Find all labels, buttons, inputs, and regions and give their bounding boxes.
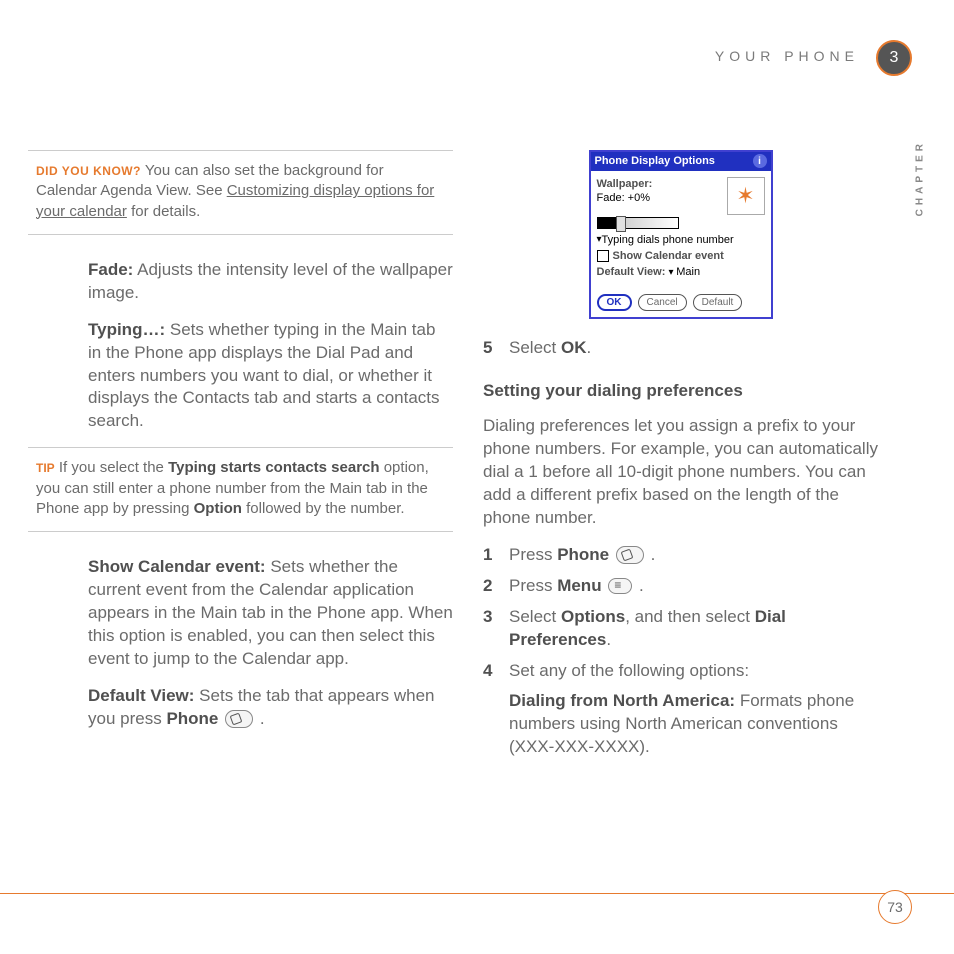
step-number: 5 <box>483 337 509 360</box>
cancel-button[interactable]: Cancel <box>638 294 687 312</box>
fade-label: Fade: <box>88 260 133 279</box>
dialog-titlebar: Phone Display Options i <box>591 152 771 171</box>
typing-dropdown[interactable]: Typing dials phone number <box>597 233 765 247</box>
typing-label: Typing…: <box>88 320 165 339</box>
s2-text-b: . <box>634 576 643 595</box>
show-calendar-event-label: Show Calendar event <box>613 249 724 263</box>
step-number: 2 <box>483 575 509 598</box>
default-button[interactable]: Default <box>693 294 743 312</box>
dialog-body: Wallpaper: Fade: +0% ✶ Typing dials phon… <box>591 171 771 288</box>
wallpaper-thumbnail[interactable]: ✶ <box>727 177 765 215</box>
s1-text-b: . <box>646 545 655 564</box>
s2-menu-bold: Menu <box>557 576 601 595</box>
s3-options-bold: Options <box>561 607 625 626</box>
s1-text-a: Press <box>509 545 557 564</box>
fade-paragraph: Fade: Adjusts the intensity level of the… <box>88 259 453 305</box>
callout-text-b: for details. <box>131 203 200 220</box>
did-you-know-callout: DID YOU KNOW? You can also set the backg… <box>28 150 453 235</box>
step-number: 4 <box>483 660 509 683</box>
default-view-dialog-label: Default View: <box>597 265 666 279</box>
chapter-label: CHAPTER <box>914 140 925 216</box>
default-view-paragraph: Default View: Sets the tab that appears … <box>88 685 453 731</box>
tip-bold-a: Typing starts contacts search <box>168 459 379 476</box>
content-columns: DID YOU KNOW? You can also set the backg… <box>58 150 878 773</box>
step-3: 3 Select Options, and then select Dial P… <box>483 606 878 652</box>
default-view-text-b: . <box>255 709 264 728</box>
dialog-title-text: Phone Display Options <box>595 154 715 169</box>
show-calendar-checkbox-row[interactable]: Show Calendar event <box>597 249 765 263</box>
step-2: 2 Press Menu . <box>483 575 878 598</box>
dialing-intro: Dialing preferences let you assign a pre… <box>483 415 878 530</box>
chapter-number-badge: 3 <box>876 40 912 76</box>
did-you-know-tag: DID YOU KNOW? <box>36 164 141 178</box>
s3-mid: , and then select <box>625 607 754 626</box>
dialog-button-row: OK Cancel Default <box>591 288 771 318</box>
dialing-preferences-heading: Setting your dialing preferences <box>483 380 878 403</box>
tip-callout: TIP If you select the Typing starts cont… <box>28 447 453 532</box>
ok-button[interactable]: OK <box>597 294 632 312</box>
dialing-na-label: Dialing from North America: <box>509 691 735 710</box>
tip-tag: TIP <box>36 461 55 475</box>
show-calendar-label: Show Calendar event: <box>88 557 266 576</box>
info-icon[interactable]: i <box>753 154 767 168</box>
phone-display-options-dialog: Phone Display Options i Wallpaper: Fade:… <box>589 150 773 319</box>
step5-text-a: Select <box>509 338 561 357</box>
s4-text: Set any of the following options: <box>509 660 878 683</box>
tip-text-c: followed by the number. <box>246 500 404 517</box>
fade-value: Fade: +0% <box>597 191 653 205</box>
header-section-title: YOUR PHONE <box>715 48 859 64</box>
fade-text: Adjusts the intensity level of the wallp… <box>88 260 453 302</box>
step-1: 1 Press Phone . <box>483 544 878 567</box>
s3-end: . <box>606 630 611 649</box>
phone-icon <box>225 710 253 728</box>
s3-text-a: Select <box>509 607 561 626</box>
typing-paragraph: Typing…: Sets whether typing in the Main… <box>88 319 453 434</box>
s2-text-a: Press <box>509 576 557 595</box>
step5-ok-bold: OK <box>561 338 587 357</box>
phone-icon <box>616 546 644 564</box>
default-view-label: Default View: <box>88 686 194 705</box>
step-4: 4 Set any of the following options: <box>483 660 878 683</box>
wallpaper-label: Wallpaper: <box>597 178 653 190</box>
page-number: 73 <box>878 890 912 924</box>
tip-text-a: If you select the <box>59 459 168 476</box>
default-view-dropdown[interactable]: Main <box>668 265 700 279</box>
step-5: 5 Select OK. <box>483 337 878 360</box>
step5-text-b: . <box>586 338 591 357</box>
right-column: Phone Display Options i Wallpaper: Fade:… <box>483 150 878 773</box>
step-number: 1 <box>483 544 509 567</box>
footer-divider <box>0 893 954 894</box>
show-calendar-paragraph: Show Calendar event: Sets whether the cu… <box>88 556 453 671</box>
s1-phone-bold: Phone <box>557 545 609 564</box>
fade-slider[interactable] <box>597 217 679 229</box>
tip-bold-b: Option <box>194 500 242 517</box>
default-view-phone-bold: Phone <box>166 709 218 728</box>
left-column: DID YOU KNOW? You can also set the backg… <box>58 150 453 773</box>
step-number: 3 <box>483 606 509 652</box>
dialing-na-paragraph: Dialing from North America: Formats phon… <box>509 690 878 759</box>
menu-icon <box>608 578 632 594</box>
checkbox-icon[interactable] <box>597 250 609 262</box>
